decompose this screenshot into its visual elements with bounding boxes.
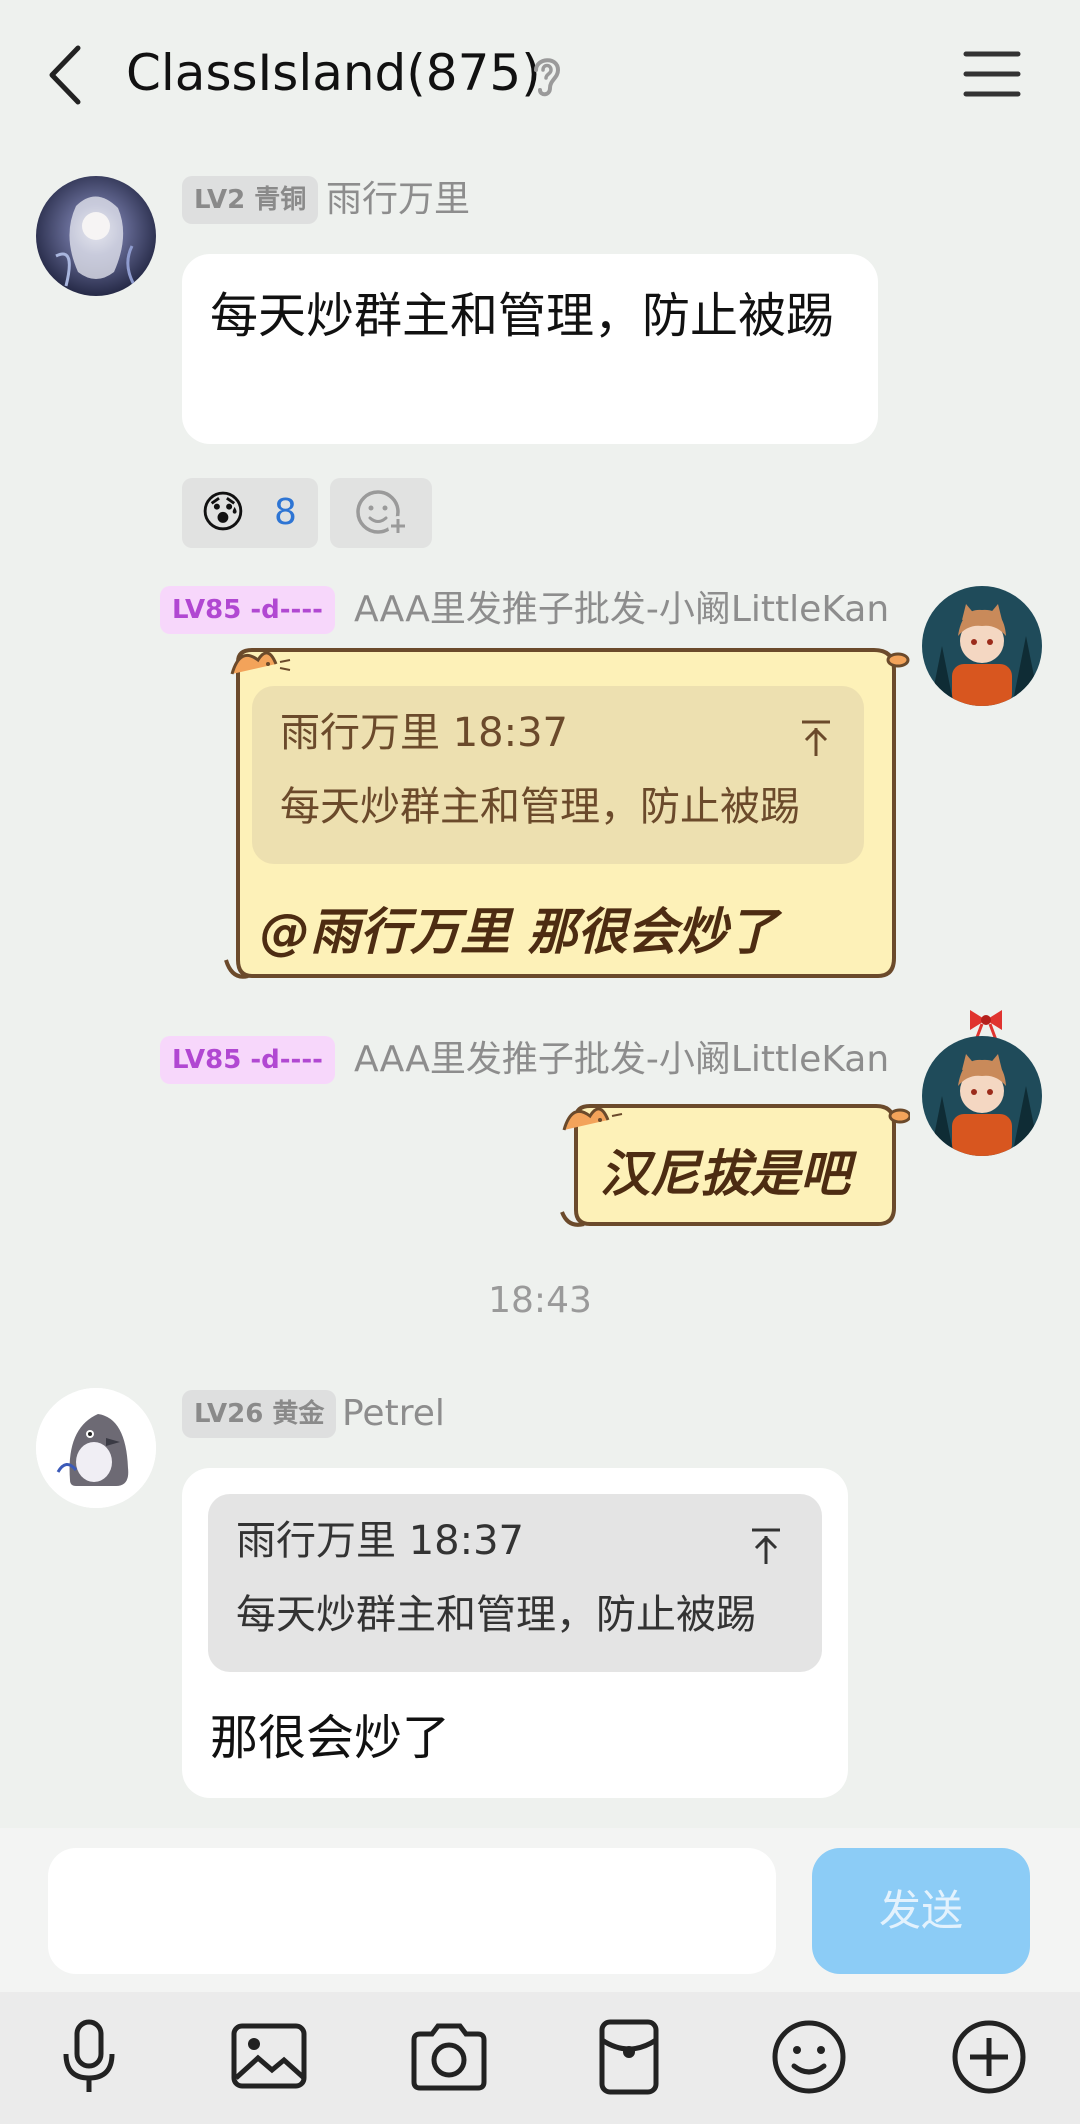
quote-text: 每天炒群主和管理，防止被踢 [236,1592,756,1638]
reaction-count: 8 [274,492,297,533]
message-bubble[interactable]: 每天炒群主和管理，防止被踢 [182,254,878,444]
quoted-message[interactable]: 雨行万里 18:37 每天炒群主和管理，防止被踢 [208,1494,822,1672]
image-icon[interactable] [224,2012,314,2102]
quoted-message[interactable]: 雨行万里 18:37 每天炒群主和管理，防止被踢 [252,686,864,864]
message-input[interactable] [48,1848,776,1974]
jump-to-original-icon[interactable] [748,1526,784,1566]
plus-icon[interactable] [944,2012,1034,2102]
avatar-self[interactable] [922,1036,1042,1156]
add-emoji-icon [356,490,408,536]
level-badge: LV85 -d---- [160,1036,335,1084]
input-toolbar [0,1992,1080,2124]
ear-icon[interactable] [528,52,566,100]
avatar-sender-1[interactable] [36,176,156,296]
message-text: 汉尼拔是吧 [600,1145,850,1203]
message-bubble[interactable]: 雨行万里 18:37 每天炒群主和管理，防止被踢 那很会炒了 [182,1468,848,1798]
sender-name[interactable]: Petrel [342,1390,445,1438]
jump-to-original-icon[interactable] [798,718,834,758]
avatar-self[interactable] [922,586,1042,706]
red-packet-icon[interactable] [584,2012,674,2102]
message-text: 那很会炒了 [210,1710,451,1766]
time-separator: 18:43 [488,1280,592,1321]
sender-name[interactable]: AAA里发推子批发-小阚LittleKan [354,586,889,634]
level-badge: LV26 黄金 [182,1390,337,1438]
mic-icon[interactable] [44,2012,134,2102]
input-bar: 发送 [0,1828,1080,1992]
quote-header: 雨行万里 18:37 [280,710,568,756]
emoji-icon[interactable] [764,2012,854,2102]
sender-name[interactable]: 雨行万里 [326,176,470,224]
message-text: @雨行万里 那很会炒了 [260,903,778,961]
quote-text: 每天炒群主和管理，防止被踢 [280,784,800,830]
add-reaction-button[interactable] [330,478,432,548]
reaction-chip[interactable]: 😰 8 [182,478,318,548]
avatar-sender-petrel[interactable] [36,1388,156,1508]
sender-name[interactable]: AAA里发推子批发-小阚LittleKan [354,1036,889,1084]
send-button[interactable]: 发送 [812,1848,1030,1974]
level-badge: LV2 青铜 [182,176,319,224]
chat-header: ClassIsland(875) [0,0,1080,150]
camera-icon[interactable] [404,2012,494,2102]
quote-header: 雨行万里 18:37 [236,1518,524,1564]
menu-icon[interactable] [962,48,1022,100]
chat-title[interactable]: ClassIsland(875) [126,44,541,102]
level-badge: LV85 -d---- [160,586,335,634]
cat-message-bubble[interactable]: 雨行万里 18:37 每天炒群主和管理，防止被踢 @雨行万里 那很会炒了 [218,640,910,992]
message-text: 每天炒群主和管理，防止被踢 [210,288,835,344]
cat-message-bubble[interactable]: 汉尼拔是吧 [554,1094,910,1236]
back-arrow-icon[interactable] [40,40,90,110]
anxious-face-icon: 😰 [200,487,246,538]
